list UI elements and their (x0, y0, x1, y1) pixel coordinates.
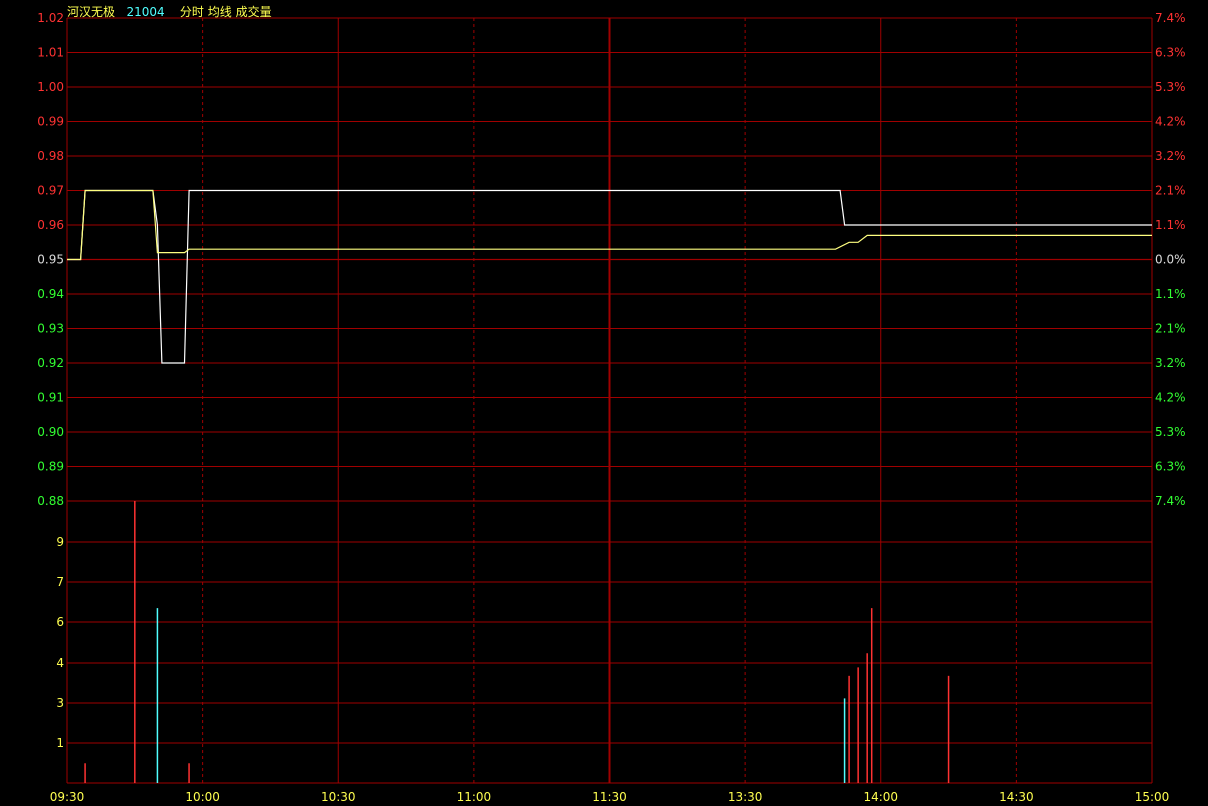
volume-tick-label: 7 (56, 575, 64, 589)
volume-label: 成交量 (235, 5, 272, 19)
volume-tick-label: 6 (56, 615, 64, 629)
percent-tick-label: 6.3% (1155, 46, 1186, 60)
percent-tick-label: 6.3% (1155, 460, 1186, 474)
stock-code: 21004 (126, 5, 165, 19)
avg-line-label: 均线 (207, 5, 232, 19)
price-tick-label: 0.89 (37, 460, 64, 474)
time-tick-label: 09:30 (50, 790, 85, 804)
time-tick-label: 14:00 (863, 790, 898, 804)
volume-tick-label: 3 (56, 696, 64, 710)
price-tick-label: 1.01 (37, 46, 64, 60)
percent-tick-label: 2.1% (1155, 322, 1186, 336)
time-tick-label: 14:30 (999, 790, 1034, 804)
percent-tick-label: 3.2% (1155, 149, 1186, 163)
price-tick-label: 1.00 (37, 80, 64, 94)
percent-tick-label: 7.4% (1155, 494, 1186, 508)
intraday-chart: 1.02 7.4% 1.01 6.3% 1.00 5.3% 0.99 4.2% 0.98 3.2%… (37, 11, 1186, 804)
price-tick-label: 0.93 (37, 322, 64, 336)
chart-header: 河汉无极 21004 分时 均线 成交量 (67, 3, 272, 20)
percent-tick-label: 3.2% (1155, 356, 1186, 370)
percent-tick-label: 4.2% (1155, 391, 1186, 405)
percent-tick-label: 7.4% (1155, 11, 1186, 25)
price-tick-label: 0.98 (37, 149, 64, 163)
price-tick-label: 0.92 (37, 356, 64, 370)
price-tick-label: 0.88 (37, 494, 64, 508)
price-tick-label: 0.94 (37, 287, 64, 301)
percent-tick-label: 4.2% (1155, 115, 1186, 129)
time-tick-label: 10:30 (321, 790, 356, 804)
price-tick-label: 0.90 (37, 425, 64, 439)
price-tick-label: 0.91 (37, 391, 64, 405)
percent-tick-label: 2.1% (1155, 184, 1186, 198)
price-tick-label: 0.96 (37, 218, 64, 232)
price-tick-label: 0.97 (37, 184, 64, 198)
time-tick-label: 11:00 (457, 790, 492, 804)
percent-tick-label: 1.1% (1155, 287, 1186, 301)
time-tick-label: 15:00 (1135, 790, 1170, 804)
volume-tick-label: 9 (56, 535, 64, 549)
percent-tick-label: 1.1% (1155, 218, 1186, 232)
price-tick-label: 1.02 (37, 11, 64, 25)
percent-tick-label: 0.0% (1155, 253, 1186, 267)
stock-name: 河汉无极 (67, 5, 116, 19)
volume-tick-label: 4 (56, 656, 64, 670)
time-tick-label: 10:00 (185, 790, 220, 804)
time-tick-label: 11:30 (592, 790, 627, 804)
percent-tick-label: 5.3% (1155, 425, 1186, 439)
price-tick-label: 0.99 (37, 115, 64, 129)
volume-tick-label: 1 (56, 736, 64, 750)
view-label: 分时 (179, 5, 204, 19)
percent-tick-label: 5.3% (1155, 80, 1186, 94)
price-tick-label: 0.95 (37, 253, 64, 267)
time-tick-label: 13:30 (728, 790, 763, 804)
